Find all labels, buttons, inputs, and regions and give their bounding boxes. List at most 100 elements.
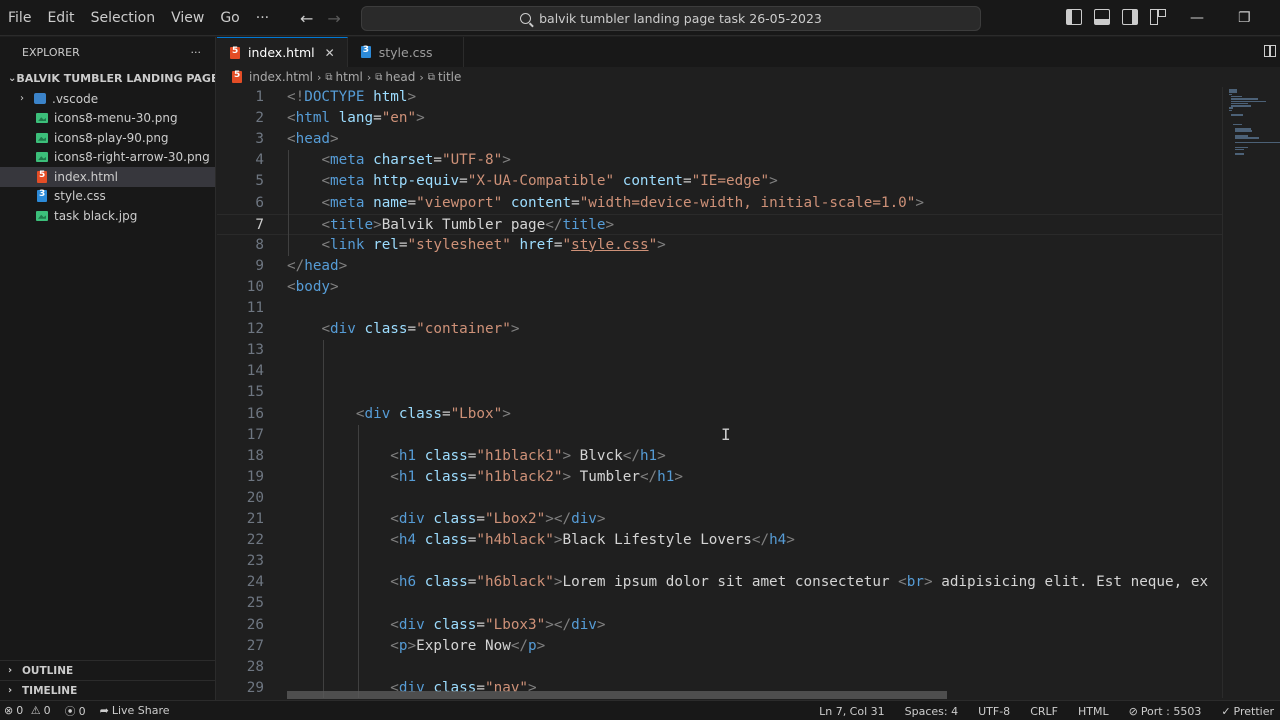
- tree-item-task-black[interactable]: task black.jpg: [0, 206, 215, 226]
- breadcrumb-title[interactable]: title: [438, 70, 461, 84]
- line-number: 7: [255, 216, 264, 233]
- code-token: class: [424, 468, 468, 485]
- toggle-primary-sidebar-icon[interactable]: [1066, 9, 1082, 25]
- tab-style-css[interactable]: style.css: [348, 37, 464, 67]
- code-editor[interactable]: 1 <!DOCTYPE html> 2 <html lang="en"> 3 <head>…: [217, 87, 1222, 698]
- explorer-more-icon[interactable]: ···: [191, 46, 202, 59]
- menu-go[interactable]: Go: [216, 0, 245, 36]
- problems-indicator[interactable]: ⊗ 0 ⚠ 0: [4, 704, 51, 717]
- layout-controls: [1066, 9, 1166, 25]
- tree-item-icons8-right-arrow[interactable]: icons8-right-arrow-30.png: [0, 148, 215, 168]
- code-line[interactable]: 11: [217, 298, 1222, 319]
- code-line[interactable]: 3 <head>: [217, 129, 1222, 150]
- code-line[interactable]: 4 <meta charset="UTF-8">: [217, 150, 1222, 171]
- code-token: "IE=edge": [691, 173, 770, 190]
- code-line[interactable]: 20: [217, 488, 1222, 509]
- menu-view[interactable]: View: [167, 0, 210, 36]
- cursor-position[interactable]: Ln 7, Col 31: [819, 705, 885, 718]
- language-mode[interactable]: HTML: [1078, 705, 1109, 718]
- line-number: 9: [255, 257, 264, 274]
- minimize-button[interactable]: —: [1190, 0, 1204, 36]
- code-line[interactable]: 10 <body>: [217, 277, 1222, 298]
- horizontal-scrollbar[interactable]: [287, 691, 947, 699]
- code-token: <: [321, 152, 331, 169]
- live-server-port[interactable]: ⊘ Port : 5503: [1129, 705, 1202, 718]
- workspace-folder[interactable]: ⌄ BALVIK TUMBLER LANDING PAGE TASK ...: [0, 67, 215, 89]
- code-line[interactable]: 28: [217, 657, 1222, 678]
- code-line[interactable]: 8 <link rel="stylesheet" href="style.css…: [217, 235, 1222, 256]
- code-line[interactable]: 9 </head>: [217, 256, 1222, 277]
- code-token: >: [407, 637, 417, 654]
- toggle-panel-icon[interactable]: [1094, 9, 1110, 25]
- line-number: 2: [255, 110, 264, 127]
- code-token: >: [416, 110, 425, 127]
- encoding[interactable]: UTF-8: [978, 705, 1010, 718]
- line-ending[interactable]: CRLF: [1030, 705, 1058, 718]
- code-line[interactable]: 6 <meta name="viewport" content="width=d…: [217, 193, 1222, 214]
- tree-item-style-css[interactable]: style.css: [0, 187, 215, 207]
- tree-item-index-html[interactable]: index.html: [0, 167, 215, 187]
- code-line[interactable]: 22 <h4 class="h4black">Black Lifestyle L…: [217, 530, 1222, 551]
- menu-selection[interactable]: Selection: [87, 0, 162, 36]
- ports-indicator[interactable]: ⦿ 0: [65, 703, 86, 719]
- indentation[interactable]: Spaces: 4: [905, 705, 958, 718]
- breadcrumb-html[interactable]: html: [336, 70, 363, 84]
- no-entry-icon: ⊘: [1128, 704, 1138, 718]
- code-text: <div class="Lbox">: [287, 404, 511, 425]
- code-line[interactable]: 17: [217, 425, 1222, 446]
- split-editor-icon[interactable]: [1264, 45, 1276, 57]
- outline-panel[interactable]: › OUTLINE: [0, 660, 216, 680]
- code-line[interactable]: 26 <div class="Lbox3"></div>: [217, 615, 1222, 636]
- code-line[interactable]: 5 <meta http-equiv="X-UA-Compatible" con…: [217, 171, 1222, 192]
- code-line[interactable]: 13: [217, 340, 1222, 361]
- code-line[interactable]: 24 <h6 class="h6black">Lorem ipsum dolor…: [217, 572, 1222, 593]
- code-line[interactable]: 21 <div class="Lbox2"></div>: [217, 509, 1222, 530]
- live-share-button[interactable]: ➦ Live Share: [100, 704, 170, 717]
- breadcrumb-file[interactable]: index.html: [249, 70, 313, 84]
- code-token: >: [536, 637, 546, 654]
- code-line[interactable]: 2 <html lang="en">: [217, 108, 1222, 129]
- code-line[interactable]: 25: [217, 593, 1222, 614]
- restore-button[interactable]: ❐: [1238, 0, 1251, 36]
- code-token: <: [390, 574, 399, 591]
- tab-index-html[interactable]: index.html ✕: [217, 37, 348, 67]
- tree-item-label: icons8-menu-30.png: [54, 111, 178, 126]
- minimap-line: [1235, 137, 1259, 139]
- breadcrumb-head[interactable]: head: [385, 70, 415, 84]
- customize-layout-icon[interactable]: [1150, 9, 1166, 25]
- prettier-status[interactable]: ✓ Prettier: [1221, 705, 1274, 718]
- code-token: =: [407, 194, 417, 211]
- menu-file[interactable]: File: [4, 0, 37, 36]
- tree-item-icons8-play[interactable]: icons8-play-90.png: [0, 128, 215, 148]
- code-line[interactable]: 7 <title>Balvik Tumbler page</title>: [217, 213, 1222, 235]
- code-line[interactable]: 14: [217, 361, 1222, 382]
- tree-item-icons8-menu[interactable]: icons8-menu-30.png: [0, 109, 215, 129]
- toggle-secondary-sidebar-icon[interactable]: [1122, 9, 1138, 25]
- code-line[interactable]: 12 <div class="container">: [217, 319, 1222, 340]
- code-line[interactable]: 23: [217, 551, 1222, 572]
- explorer-sidebar: EXPLORER ··· ⌄ BALVIK TUMBLER LANDING PA…: [0, 37, 216, 700]
- menu-edit[interactable]: Edit: [43, 0, 80, 36]
- forward-arrow-icon[interactable]: →: [327, 9, 340, 28]
- css-file-icon: [37, 189, 47, 203]
- code-token: ></: [545, 511, 572, 527]
- timeline-panel[interactable]: › TIMELINE: [0, 680, 216, 700]
- command-center-search[interactable]: balvik tumbler landing page task 26-05-2…: [361, 6, 981, 31]
- code-line[interactable]: 16 <div class="Lbox">: [217, 404, 1222, 425]
- code-line[interactable]: 15: [217, 382, 1222, 403]
- double-check-icon: ✓: [1221, 704, 1231, 718]
- close-icon[interactable]: ✕: [325, 46, 335, 60]
- code-line[interactable]: 18 <h1 class="h1black1"> Blvck</h1>: [217, 446, 1222, 467]
- tree-item-vscode[interactable]: › .vscode: [0, 89, 215, 109]
- code-line[interactable]: 19 <h1 class="h1black2"> Tumbler</h1>: [217, 467, 1222, 488]
- code-token: >: [596, 511, 606, 527]
- minimap[interactable]: [1222, 87, 1280, 698]
- code-line[interactable]: 1 <!DOCTYPE html>: [217, 87, 1222, 108]
- minimap-line: [1231, 114, 1243, 116]
- menu-more[interactable]: ···: [252, 0, 275, 36]
- code-line[interactable]: 27 <p>Explore Now</p>: [217, 636, 1222, 657]
- back-arrow-icon[interactable]: ←: [300, 9, 313, 28]
- ports-count: 0: [78, 704, 86, 718]
